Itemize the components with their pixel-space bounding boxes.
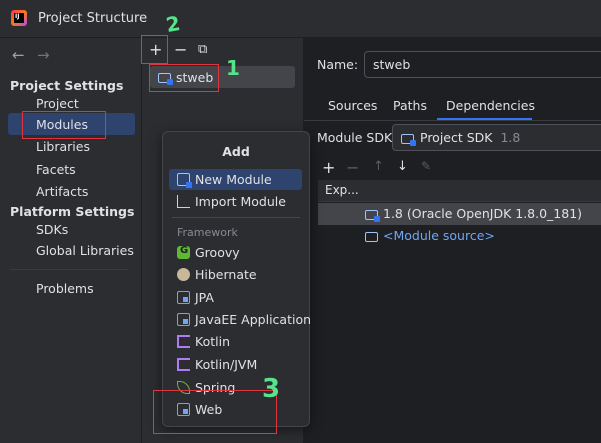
remove-icon[interactable]: − — [174, 40, 187, 60]
platform-settings-heading: Platform Settings — [10, 204, 135, 219]
sidebar-item-libraries[interactable]: Libraries — [36, 139, 90, 154]
menu-item-jpa[interactable]: JPA — [177, 290, 214, 305]
sidebar-item-facets[interactable]: Facets — [36, 162, 76, 177]
move-down-icon[interactable]: ↓ — [397, 159, 408, 174]
kotlin-icon — [177, 335, 190, 348]
dependencies-table-header: Exp... — [318, 180, 601, 202]
dependency-row-module-source[interactable]: <Module source> — [365, 228, 495, 243]
menu-item-groovy[interactable]: Groovy — [177, 245, 240, 260]
sdk-value: Project SDK — [420, 130, 493, 145]
annotation-step-3: 3 — [262, 374, 281, 404]
jdk-folder-icon — [365, 209, 380, 222]
sdk-version: 1.8 — [500, 130, 521, 145]
popup-title: Add — [222, 144, 250, 159]
export-column-header[interactable]: Exp... — [325, 183, 359, 197]
kotlin-jvm-label: Kotlin/JVM — [195, 357, 258, 372]
tab-sources[interactable]: Sources — [328, 98, 377, 113]
menu-item-kotlin[interactable]: Kotlin — [177, 334, 230, 349]
tab-dependencies[interactable]: Dependencies — [446, 98, 535, 113]
window-title: Project Structure — [38, 11, 148, 26]
name-label: Name: — [317, 57, 359, 72]
intellij-app-icon: IJ — [11, 10, 27, 26]
menu-item-new-module[interactable]: New Module — [177, 172, 272, 188]
javaee-label: JavaEE Application — [195, 312, 312, 327]
new-module-label: New Module — [195, 172, 272, 187]
annotation-step-1: 1 — [226, 56, 240, 80]
dependency-row-jdk[interactable]: 1.8 (Oracle OpenJDK 1.8.0_181) — [365, 206, 583, 222]
import-module-label: Import Module — [195, 194, 286, 209]
kotlin-label: Kotlin — [195, 334, 230, 349]
tab-paths[interactable]: Paths — [393, 98, 427, 113]
move-up-icon[interactable]: ↑ — [373, 159, 384, 174]
groovy-label: Groovy — [195, 245, 240, 260]
annotation-box-web — [153, 390, 277, 434]
javaee-icon — [177, 313, 190, 326]
annotation-box-add — [141, 35, 168, 64]
project-settings-heading: Project Settings — [10, 78, 124, 93]
edit-icon[interactable]: ✎ — [421, 159, 431, 173]
tabs-border — [304, 120, 601, 121]
sidebar-item-problems[interactable]: Problems — [36, 281, 94, 296]
sidebar-item-project[interactable]: Project — [36, 96, 79, 111]
hibernate-icon — [177, 268, 190, 281]
jdk-label: 1.8 (Oracle OpenJDK 1.8.0_181) — [383, 206, 583, 221]
popup-divider — [172, 217, 300, 218]
annotation-box-modules — [22, 111, 106, 139]
sidebar-divider — [10, 269, 128, 270]
sidebar-item-global-libraries[interactable]: Global Libraries — [36, 243, 134, 258]
new-module-icon — [177, 173, 192, 188]
sidebar-item-artifacts[interactable]: Artifacts — [36, 184, 88, 199]
menu-item-hibernate[interactable]: Hibernate — [177, 267, 257, 282]
groovy-icon — [177, 245, 190, 259]
menu-item-kotlin-jvm[interactable]: Kotlin/JVM — [177, 357, 257, 372]
module-sdk-select[interactable]: Project SDK 1.8 — [392, 124, 601, 151]
remove-dependency-icon[interactable]: − — [346, 158, 359, 177]
menu-item-javaee-application[interactable]: JavaEE Application — [177, 312, 311, 327]
add-dependency-icon[interactable]: + — [322, 158, 335, 177]
forward-arrow-icon[interactable]: → — [37, 46, 50, 64]
menu-item-import-module[interactable]: Import Module — [177, 194, 286, 209]
dependencies-toolbar: + − ↑ ↓ ✎ — [318, 158, 601, 180]
back-arrow-icon[interactable]: ← — [12, 46, 25, 64]
hibernate-label: Hibernate — [195, 267, 257, 282]
active-tab-indicator — [437, 118, 532, 120]
kotlin-jvm-icon — [177, 358, 190, 371]
framework-group-label: Framework — [177, 226, 238, 239]
import-module-icon — [177, 195, 190, 208]
jpa-label: JPA — [195, 290, 214, 305]
sdk-folder-icon — [401, 133, 416, 146]
sidebar-item-sdks[interactable]: SDKs — [36, 222, 68, 237]
module-sdk-label: Module SDK: — [317, 130, 397, 145]
annotation-box-module — [149, 64, 219, 92]
jpa-icon — [177, 291, 190, 304]
source-folder-icon — [365, 231, 378, 242]
module-name-field[interactable]: stweb — [364, 51, 601, 78]
module-source-label: <Module source> — [383, 228, 495, 243]
copy-icon[interactable]: ⧉ — [198, 40, 207, 60]
